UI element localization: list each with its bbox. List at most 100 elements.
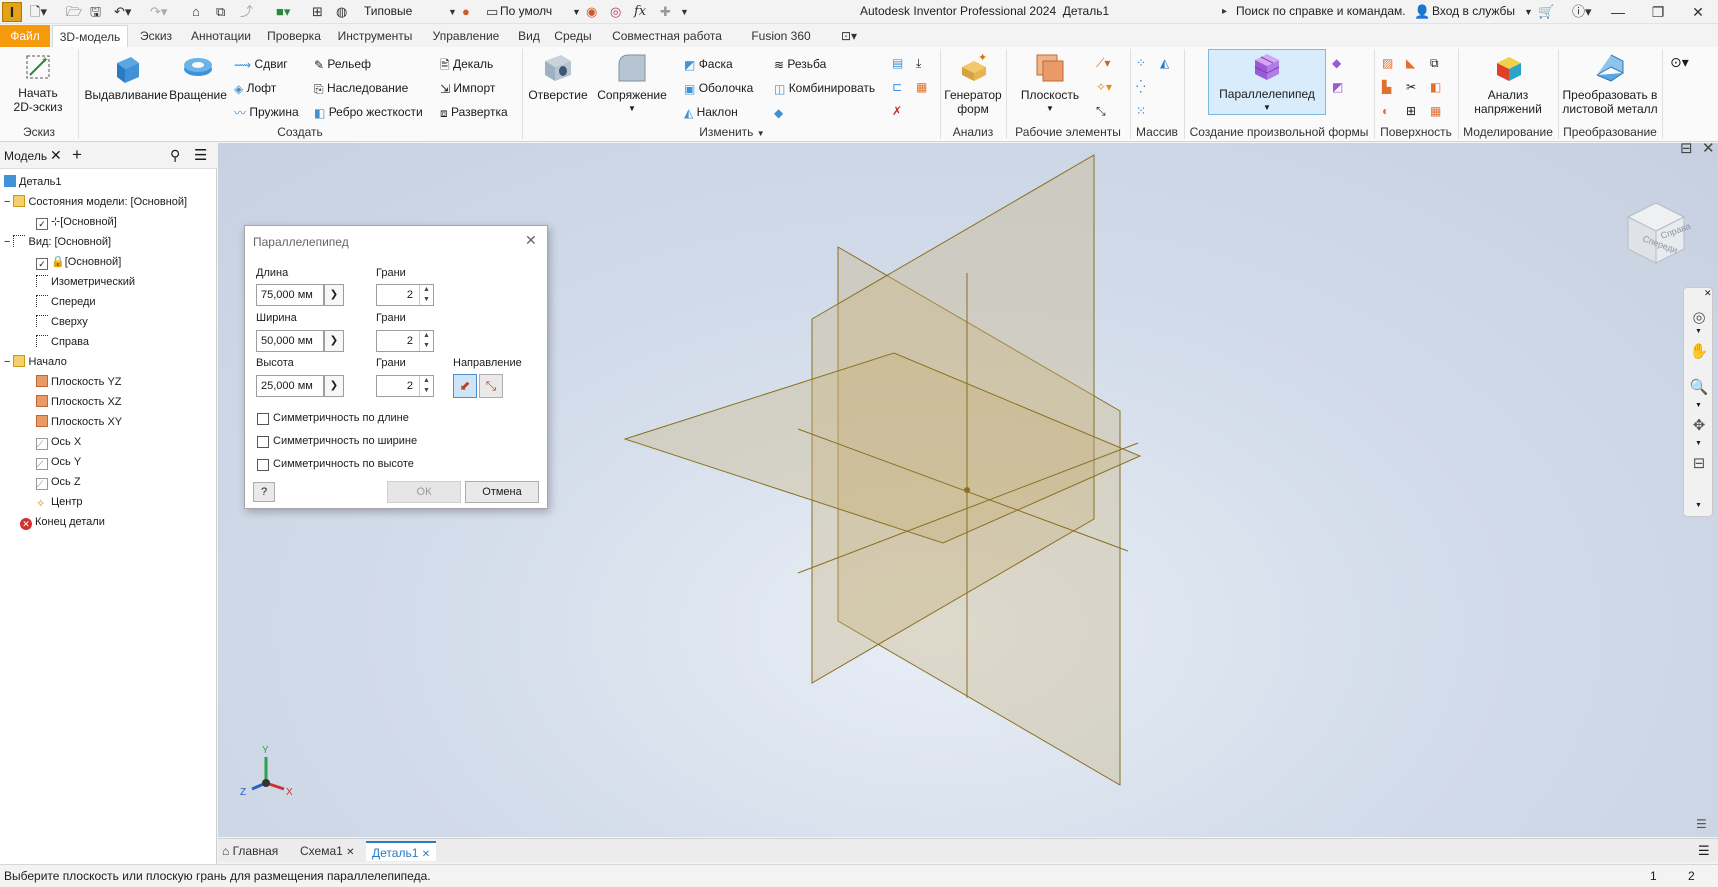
help-icon[interactable]: ⓘ▾ xyxy=(1572,3,1592,21)
close-tab-icon[interactable]: ✕ xyxy=(50,147,62,164)
center-point[interactable] xyxy=(964,487,970,493)
sym-length-checkbox[interactable] xyxy=(257,413,269,425)
width-input[interactable]: 50,000 мм xyxy=(256,330,324,352)
viewport-menu-icon[interactable]: ☰ xyxy=(1696,817,1707,831)
tree-item-axis-y[interactable]: ⟋ Ось Y xyxy=(36,455,81,470)
view-cube[interactable]: Спереди Справа xyxy=(1618,193,1694,269)
search-expand-icon[interactable]: ▸ xyxy=(1222,3,1227,21)
tree-item-plane-xy[interactable]: Плоскость XY xyxy=(36,415,122,429)
draft-button[interactable]: ◭ Наклон xyxy=(684,105,738,120)
close-button[interactable]: ✕ xyxy=(1678,0,1718,24)
modify-extra-1[interactable]: ▤ xyxy=(892,55,903,70)
sketch-pattern-button[interactable]: ⁙ xyxy=(1136,103,1146,118)
tab-annotations[interactable]: Аннотации xyxy=(186,25,256,47)
sculpt-icon[interactable]: ◐ xyxy=(1382,103,1389,118)
restore-viewport-icon[interactable]: ⊟ xyxy=(1680,143,1693,157)
tree-item-model-state-main[interactable]: ✓ ⊹[Основной] xyxy=(36,215,117,230)
direction-1-button[interactable]: ⬋ xyxy=(453,374,477,398)
tree-item-origin[interactable]: − Начало xyxy=(4,355,67,369)
modify-extra-5[interactable]: ✗ xyxy=(892,103,902,118)
orbit-icon[interactable]: ✥ xyxy=(1689,416,1709,436)
ribbon-options-icon[interactable]: ⊡▾ xyxy=(834,25,864,47)
decal-button[interactable]: 🖹 Декаль xyxy=(440,57,493,72)
direction-symmetric-button[interactable]: ⤡ xyxy=(479,374,503,398)
tree-item-top[interactable]: Сверху xyxy=(36,315,88,329)
modify-extra-4[interactable]: ▦ xyxy=(916,79,927,94)
thicken-icon[interactable]: ▨ xyxy=(1382,55,1393,70)
fx-icon[interactable]: fx xyxy=(634,3,646,21)
style-select[interactable]: Типовые xyxy=(364,2,454,21)
close-icon[interactable]: ✕ xyxy=(346,847,354,858)
tree-item-plane-yz[interactable]: Плоскость YZ xyxy=(36,375,122,389)
cancel-button[interactable]: Отмена xyxy=(465,481,539,503)
tree-item-view-main[interactable]: ✓ 🔒[Основной] xyxy=(36,255,121,270)
tab-fusion[interactable]: Fusion 360 xyxy=(738,25,824,47)
circ-pattern-button[interactable]: ⁛ xyxy=(1136,79,1146,94)
dialog-help-button[interactable]: ? xyxy=(253,482,275,502)
steering-wheel-icon[interactable]: ◎ xyxy=(1689,308,1709,328)
dialog-close-icon[interactable]: ✕ xyxy=(525,232,537,249)
close-icon[interactable]: ✕ xyxy=(422,849,430,860)
start-sketch-button[interactable]: + Начать 2D-эскиз xyxy=(6,51,70,114)
doctab-schema[interactable]: Схема1 ✕ xyxy=(300,841,355,861)
zoom-icon[interactable]: 🔍 xyxy=(1689,378,1709,398)
tab-manage[interactable]: Управление xyxy=(424,25,508,47)
extrude-button[interactable]: Выдавливание xyxy=(82,51,170,102)
plus-icon[interactable]: ✚ xyxy=(660,3,671,21)
tree-item-end-of-part[interactable]: ✕ Конец детали xyxy=(20,515,105,530)
thicken-button[interactable]: ◆ xyxy=(774,105,783,120)
ok-button[interactable]: ОК xyxy=(387,481,461,503)
tree-item-part[interactable]: Деталь1 xyxy=(4,175,62,189)
open-icon[interactable]: 🗁 xyxy=(66,3,82,21)
stitch-icon[interactable]: ◣ xyxy=(1406,55,1415,70)
group-modify-label[interactable]: Изменить ▼ xyxy=(524,124,940,140)
sym-height-checkbox[interactable] xyxy=(257,459,269,471)
height-arrow-button[interactable]: ❯ xyxy=(324,375,344,397)
color-icon[interactable]: ⊞ xyxy=(312,3,323,21)
palette-icon[interactable]: ● xyxy=(462,3,470,21)
redo-icon[interactable]: ↷▾ xyxy=(150,3,167,21)
coil-button[interactable]: 〰 Пружина xyxy=(234,105,299,120)
faces-height-spinner[interactable]: 2 ▲ ▼ xyxy=(376,375,434,397)
chevron-down-icon[interactable]: ▼ xyxy=(1695,328,1702,335)
tree-item-views[interactable]: − Вид: [Основной] xyxy=(4,235,111,249)
look-at-icon[interactable]: ⊟ xyxy=(1689,454,1709,474)
axis-button[interactable]: ⟋▾ xyxy=(1096,55,1110,70)
customize-icon[interactable]: ▼ xyxy=(680,3,689,21)
tab-environments[interactable]: Среды xyxy=(550,25,596,47)
save-icon[interactable]: 🖫 xyxy=(90,3,101,21)
chevron-down-icon[interactable]: ▼ xyxy=(1695,440,1702,447)
pan-icon[interactable]: ✋ xyxy=(1689,342,1709,362)
minimize-button[interactable]: — xyxy=(1598,0,1638,24)
tree-item-axis-x[interactable]: ⟋ Ось X xyxy=(36,435,81,450)
fillet-button[interactable]: Сопряжение ▼ xyxy=(592,51,672,116)
doctab-home[interactable]: ⌂ Главная xyxy=(222,841,278,861)
chevron-down-icon[interactable]: ▼ xyxy=(1695,402,1702,409)
faces-width-spinner[interactable]: 2 ▲ ▼ xyxy=(376,330,434,352)
appearance-icon[interactable]: ◍ xyxy=(336,3,347,21)
undo-icon[interactable]: ↶▾ xyxy=(114,3,131,21)
faces-length-spinner[interactable]: 2 ▲ ▼ xyxy=(376,284,434,306)
search-icon[interactable]: ⚲ xyxy=(170,147,180,164)
plane-button[interactable]: Плоскость ▼ xyxy=(1010,51,1090,116)
chevron-down-icon[interactable]: ▼ xyxy=(1524,3,1533,21)
rect-pattern-button[interactable]: ⁘ xyxy=(1136,55,1146,70)
menu-icon[interactable]: ☰ xyxy=(194,146,207,164)
freeform-extra-1[interactable]: ◆ xyxy=(1332,55,1341,70)
close-viewport-icon[interactable]: ✕ xyxy=(1702,143,1715,157)
trim-icon[interactable]: ✂ xyxy=(1406,79,1416,94)
modify-extra-2[interactable]: ⤓ xyxy=(916,55,921,70)
shape-generator-button[interactable]: ✦ Генератор форм xyxy=(942,51,1004,116)
cart-icon[interactable]: 🛒 xyxy=(1538,3,1554,21)
tab-view[interactable]: Вид xyxy=(514,25,544,47)
combine-button[interactable]: ◫ Комбинировать xyxy=(774,81,875,96)
hole-button[interactable]: Отверстие xyxy=(526,51,590,102)
home-icon[interactable]: ⌂ xyxy=(192,3,200,21)
chevron-down-icon[interactable]: ▼ xyxy=(1695,502,1702,509)
select-icon[interactable]: ⤴ xyxy=(240,3,253,21)
thread-button[interactable]: ≋ Резьба xyxy=(774,57,826,72)
extend-icon[interactable]: ◧ xyxy=(1430,79,1441,94)
inventor-logo[interactable]: I xyxy=(2,2,22,22)
tree-item-front[interactable]: Спереди xyxy=(36,295,96,309)
sweep-button[interactable]: ⟿ Сдвиг xyxy=(234,57,288,72)
